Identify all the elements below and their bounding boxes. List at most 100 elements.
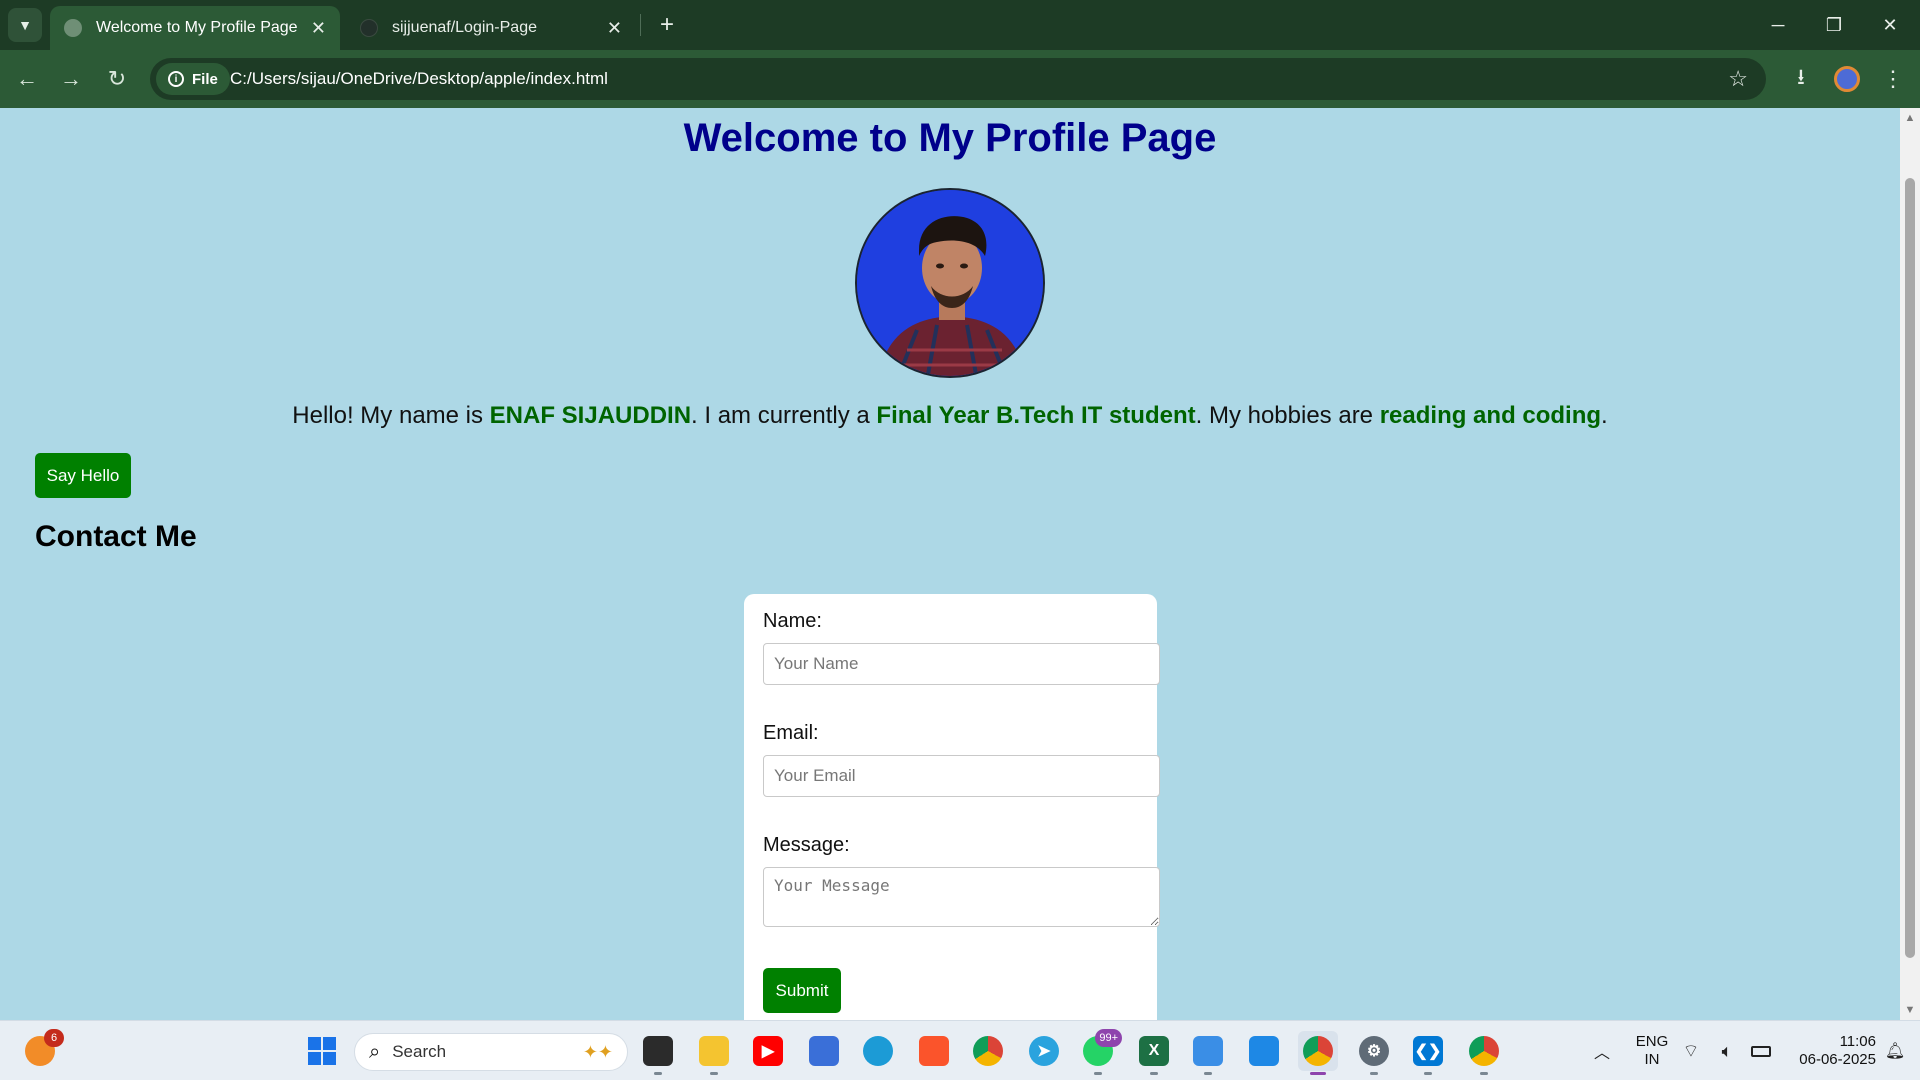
- notification-bell-icon[interactable]: 🔔︎: [1880, 1031, 1910, 1071]
- url-text[interactable]: C:/Users/sijau/OneDrive/Desktop/apple/in…: [230, 69, 608, 89]
- active-indicator: [1310, 1072, 1326, 1075]
- running-indicator: [1094, 1072, 1102, 1075]
- photos-button[interactable]: [1244, 1031, 1284, 1071]
- scroll-up-arrow-icon[interactable]: ▲: [1904, 112, 1916, 124]
- page-title: Welcome to My Profile Page: [683, 116, 1217, 160]
- new-tab-button[interactable]: +: [652, 10, 682, 40]
- submit-button[interactable]: Submit: [763, 968, 841, 1013]
- close-window-button[interactable]: ✕: [1870, 8, 1910, 42]
- address-bar[interactable]: i File C:/Users/sijau/OneDrive/Desktop/a…: [150, 58, 1766, 100]
- restore-button[interactable]: ❐: [1814, 8, 1854, 42]
- chrome-icon: [1469, 1036, 1499, 1066]
- scheme-label: File: [192, 70, 218, 88]
- edge-button[interactable]: [858, 1031, 898, 1071]
- intro-name: ENAF SIJAUDDIN: [489, 402, 692, 429]
- chrome-second-button[interactable]: [1464, 1031, 1504, 1075]
- back-button[interactable]: ←: [12, 64, 42, 94]
- name-label: Name:: [763, 610, 822, 632]
- chevron-up-icon: ︿: [1593, 1045, 1610, 1062]
- telegram-button[interactable]: ➤: [1024, 1031, 1064, 1071]
- tab-profile-page[interactable]: Welcome to My Profile Page ✕: [50, 6, 340, 50]
- tab-login-page[interactable]: sijjuenaf/Login-Page ✕: [346, 6, 636, 50]
- excel-button[interactable]: X: [1134, 1031, 1174, 1075]
- language-line1: ENG: [1635, 1033, 1669, 1050]
- arrow-right-icon: →: [60, 66, 82, 91]
- weather-badge: 6: [44, 1029, 64, 1047]
- clock[interactable]: 11:06 06-06-2025: [1780, 1033, 1876, 1069]
- notepad-button[interactable]: [1188, 1031, 1228, 1075]
- close-tab-icon[interactable]: ✕: [607, 18, 622, 39]
- intro-text: Hello! My name is: [292, 402, 490, 429]
- menu-kebab-icon[interactable]: ⋮: [1878, 64, 1908, 94]
- globe-favicon-icon: [64, 19, 82, 37]
- telegram-icon: ➤: [1029, 1036, 1059, 1066]
- brave-lion-icon: [919, 1036, 949, 1066]
- language-line2: IN: [1644, 1051, 1660, 1068]
- avatar-icon: [1834, 66, 1860, 92]
- language-indicator[interactable]: ENG IN: [1628, 1033, 1676, 1069]
- notepad-icon: [1193, 1036, 1223, 1066]
- whatsapp-button[interactable]: 99+: [1078, 1029, 1122, 1075]
- profile-avatar[interactable]: [1832, 64, 1862, 94]
- file-explorer-button[interactable]: [694, 1031, 734, 1075]
- forward-button[interactable]: →: [56, 64, 86, 94]
- edge-icon: [863, 1036, 893, 1066]
- name-input[interactable]: [763, 643, 1160, 685]
- folder-icon: [699, 1036, 729, 1066]
- tab-title: Welcome to My Profile Page: [96, 19, 298, 36]
- close-tab-icon[interactable]: ✕: [311, 18, 326, 39]
- contact-form: Name: Email: Message: Submit: [744, 594, 1160, 1020]
- chrome-icon: [1303, 1036, 1333, 1066]
- profile-photo: [855, 188, 1045, 378]
- message-textarea[interactable]: [763, 867, 1160, 927]
- reload-button[interactable]: ↻: [102, 64, 132, 94]
- info-icon: i: [168, 71, 184, 87]
- vscode-button[interactable]: ❮❯: [1408, 1031, 1448, 1075]
- store-button[interactable]: [804, 1031, 844, 1071]
- store-icon: [809, 1036, 839, 1066]
- search-placeholder: Search: [392, 1042, 447, 1061]
- battery-icon[interactable]: [1746, 1031, 1776, 1071]
- wifi-icon[interactable]: ⌔: [1676, 1031, 1706, 1071]
- running-indicator: [1370, 1072, 1378, 1075]
- scroll-thumb[interactable]: [1905, 178, 1915, 958]
- chrome-icon: [973, 1036, 1003, 1066]
- task-view-icon: [643, 1036, 673, 1066]
- browser-toolbar: ← → ↻ i File C:/Users/sijau/OneDrive/Des…: [0, 50, 1920, 108]
- intro-status: Final Year B.Tech IT student: [876, 402, 1196, 429]
- downloads-icon[interactable]: ⭳: [1786, 64, 1816, 94]
- gear-icon: ⚙: [1359, 1036, 1389, 1066]
- brave-button[interactable]: [914, 1031, 954, 1071]
- reload-icon: ↻: [107, 66, 127, 91]
- site-info-chip[interactable]: i File: [156, 63, 230, 95]
- chrome-profile-button[interactable]: [1298, 1031, 1338, 1075]
- say-hello-button[interactable]: Say Hello: [35, 453, 131, 498]
- intro-text: .: [1601, 402, 1608, 429]
- email-input[interactable]: [763, 755, 1160, 797]
- intro-hobbies: reading and coding: [1379, 402, 1602, 429]
- settings-button[interactable]: ⚙: [1354, 1031, 1394, 1075]
- bookmark-star-icon[interactable]: ☆: [1728, 66, 1748, 92]
- minimize-button[interactable]: ─: [1758, 8, 1798, 42]
- running-indicator: [1150, 1072, 1158, 1075]
- chrome-button[interactable]: [968, 1031, 1008, 1071]
- vertical-scrollbar[interactable]: ▲ ▼: [1900, 108, 1920, 1020]
- tab-search-button[interactable]: ▼: [8, 8, 42, 42]
- scroll-down-arrow-icon[interactable]: ▼: [1904, 1004, 1916, 1016]
- task-view-button[interactable]: [638, 1031, 678, 1075]
- contact-heading: Contact Me: [35, 520, 197, 553]
- taskbar-search[interactable]: ⌕ Search ✦✦: [354, 1033, 628, 1071]
- volume-icon[interactable]: 🔈︎: [1712, 1031, 1742, 1071]
- tab-divider: [640, 14, 641, 36]
- photos-icon: [1249, 1036, 1279, 1066]
- youtube-button[interactable]: ▶: [748, 1031, 788, 1071]
- start-button[interactable]: [302, 1031, 342, 1071]
- page-viewport: Welcome to My Profile Page Hello! My nam…: [0, 108, 1900, 1020]
- clock-time: 11:06: [1839, 1033, 1876, 1050]
- show-hidden-icons-button[interactable]: ︿: [1582, 1031, 1622, 1071]
- youtube-icon: ▶: [753, 1036, 783, 1066]
- arrow-left-icon: ←: [16, 66, 38, 91]
- weather-widget[interactable]: 6: [20, 1029, 64, 1071]
- windows-logo-icon: [308, 1037, 336, 1065]
- copilot-sparkle-icon: ✦✦: [582, 1041, 613, 1062]
